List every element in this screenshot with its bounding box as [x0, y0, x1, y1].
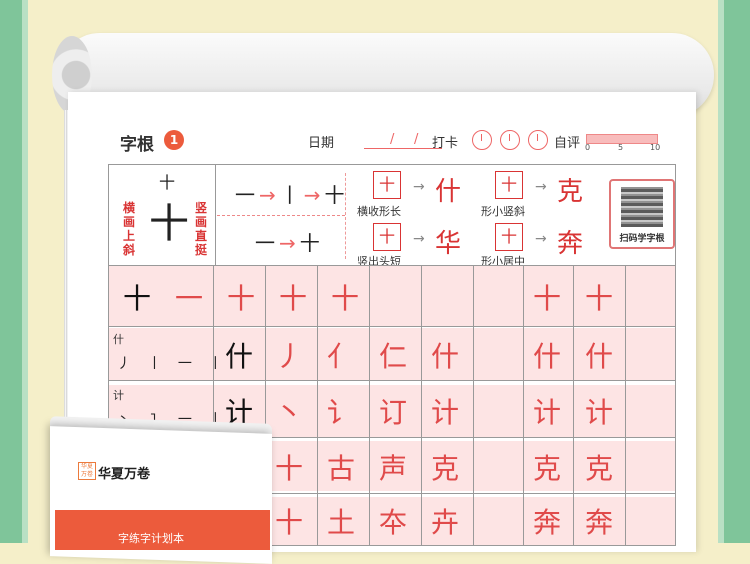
component-box: 十 — [495, 171, 523, 199]
book-subtitle: 字练字计划本 — [118, 532, 184, 545]
arrow-icon: → — [535, 179, 547, 195]
trace-char: 克 — [585, 452, 614, 485]
trace-char: 计 — [431, 396, 460, 429]
row-label: 计 — [113, 389, 124, 402]
example-char: 奔 — [557, 229, 584, 259]
example-char: 克 — [557, 177, 584, 207]
stroke-step: 一 — [255, 231, 279, 255]
trace-char: 丶 — [275, 396, 304, 429]
trace-char: 十 — [533, 282, 562, 315]
divider — [109, 326, 675, 327]
qr-caption: 扫码学字根 — [619, 234, 665, 244]
stroke-order-sequence: 一→丨→十 — [235, 179, 349, 208]
qr-code[interactable]: 扫码学字根 — [609, 179, 675, 249]
date-slash-icon: / — [390, 132, 395, 147]
divider — [345, 173, 346, 259]
arrow-icon: → — [413, 231, 425, 247]
sheet-header: 字根 1 日期 / / 打卡 自评 0 5 10 — [108, 124, 674, 158]
component-caption: 横收形长 — [357, 205, 401, 218]
stroke-step: 丨 — [279, 183, 304, 207]
trace-char: 古 — [327, 452, 356, 485]
frame-right — [724, 0, 750, 543]
trace-char: 一 — [175, 282, 204, 315]
trace-char: 十 — [275, 506, 304, 539]
divider — [215, 165, 216, 265]
trace-char: 克 — [431, 452, 460, 485]
date-field[interactable] — [364, 148, 442, 149]
arrow-icon: → — [303, 183, 325, 207]
divider — [625, 265, 626, 545]
trace-char: 克 — [533, 452, 562, 485]
frame-left-inner — [22, 0, 28, 543]
divider — [109, 380, 675, 381]
trace-char: 十 — [227, 282, 256, 315]
scale-tick-label: 5 — [618, 143, 624, 152]
scale-tick-label: 0 — [585, 143, 591, 152]
frame-left — [0, 0, 22, 543]
trace-char: 十 — [275, 452, 304, 485]
brand-name: 华夏万卷 — [98, 467, 151, 482]
trace-char: 奔 — [533, 506, 562, 539]
qr-image — [621, 187, 663, 227]
stroke-step: 一 — [235, 183, 259, 207]
stroke-order-sequence-2: 一→十 — [255, 227, 324, 256]
trace-char: 奔 — [585, 506, 614, 539]
trace-char: 十 — [279, 282, 308, 315]
trace-char: 什 — [585, 340, 614, 373]
row-stroke-order: 丿 丨 一 丨 — [117, 356, 229, 372]
trace-char: 什 — [431, 340, 460, 373]
lesson-number-badge: 1 — [164, 130, 184, 150]
arrow-icon: → — [535, 231, 547, 247]
example-char: 华 — [435, 229, 462, 259]
root-small-char: 十 — [159, 173, 176, 192]
trace-char: 讠 — [327, 396, 356, 429]
stroke-step: 十 — [299, 231, 324, 255]
arrow-icon: → — [259, 183, 280, 207]
model-char: 什 — [225, 340, 254, 373]
clock-icon[interactable] — [528, 130, 548, 150]
trace-char: 夲 — [379, 506, 408, 539]
divider — [523, 265, 524, 545]
component-box: 十 — [495, 223, 523, 251]
trace-char: 仁 — [379, 340, 408, 373]
trace-char: 十 — [585, 282, 614, 315]
checkin-label: 打卡 — [432, 136, 459, 151]
frame-right-inner — [718, 0, 724, 543]
stroke-note-right: 竖画直挺 — [195, 201, 208, 257]
clock-icon[interactable] — [472, 130, 492, 150]
stroke-note-left: 横画上斜 — [123, 201, 136, 257]
trace-char: 亻 — [327, 340, 356, 373]
divider — [473, 265, 474, 545]
trace-char: 声 — [379, 452, 408, 485]
component-box: 十 — [373, 223, 401, 251]
component-box: 十 — [373, 171, 401, 199]
divider — [369, 265, 370, 545]
example-char: 什 — [435, 177, 462, 207]
scale-tick-label: 10 — [650, 143, 661, 152]
date-label: 日期 — [308, 136, 335, 151]
trace-char: 土 — [327, 506, 356, 539]
arrow-icon: → — [413, 179, 425, 195]
trace-char: 十 — [331, 282, 360, 315]
date-slash-icon: / — [414, 132, 419, 147]
root-char: 十 — [149, 201, 189, 247]
clock-icon[interactable] — [500, 130, 520, 150]
trace-char: 什 — [533, 340, 562, 373]
trace-char: 丿 — [275, 340, 304, 373]
row-label: 什 — [113, 333, 124, 346]
model-char: 十 — [123, 282, 152, 315]
divider — [573, 265, 574, 545]
trace-char: 计 — [533, 396, 562, 429]
trace-char: 计 — [585, 396, 614, 429]
divider — [421, 265, 422, 545]
trace-char: 订 — [379, 396, 408, 429]
self-eval-label: 自评 — [554, 136, 581, 151]
divider — [317, 265, 318, 545]
page-title: 字根 — [120, 135, 154, 155]
divider — [217, 215, 345, 216]
brand-logo: 华夏万卷 — [78, 462, 96, 480]
component-caption: 形小竖斜 — [481, 205, 525, 218]
trace-char: 卉 — [431, 506, 460, 539]
arrow-icon: → — [279, 231, 300, 255]
